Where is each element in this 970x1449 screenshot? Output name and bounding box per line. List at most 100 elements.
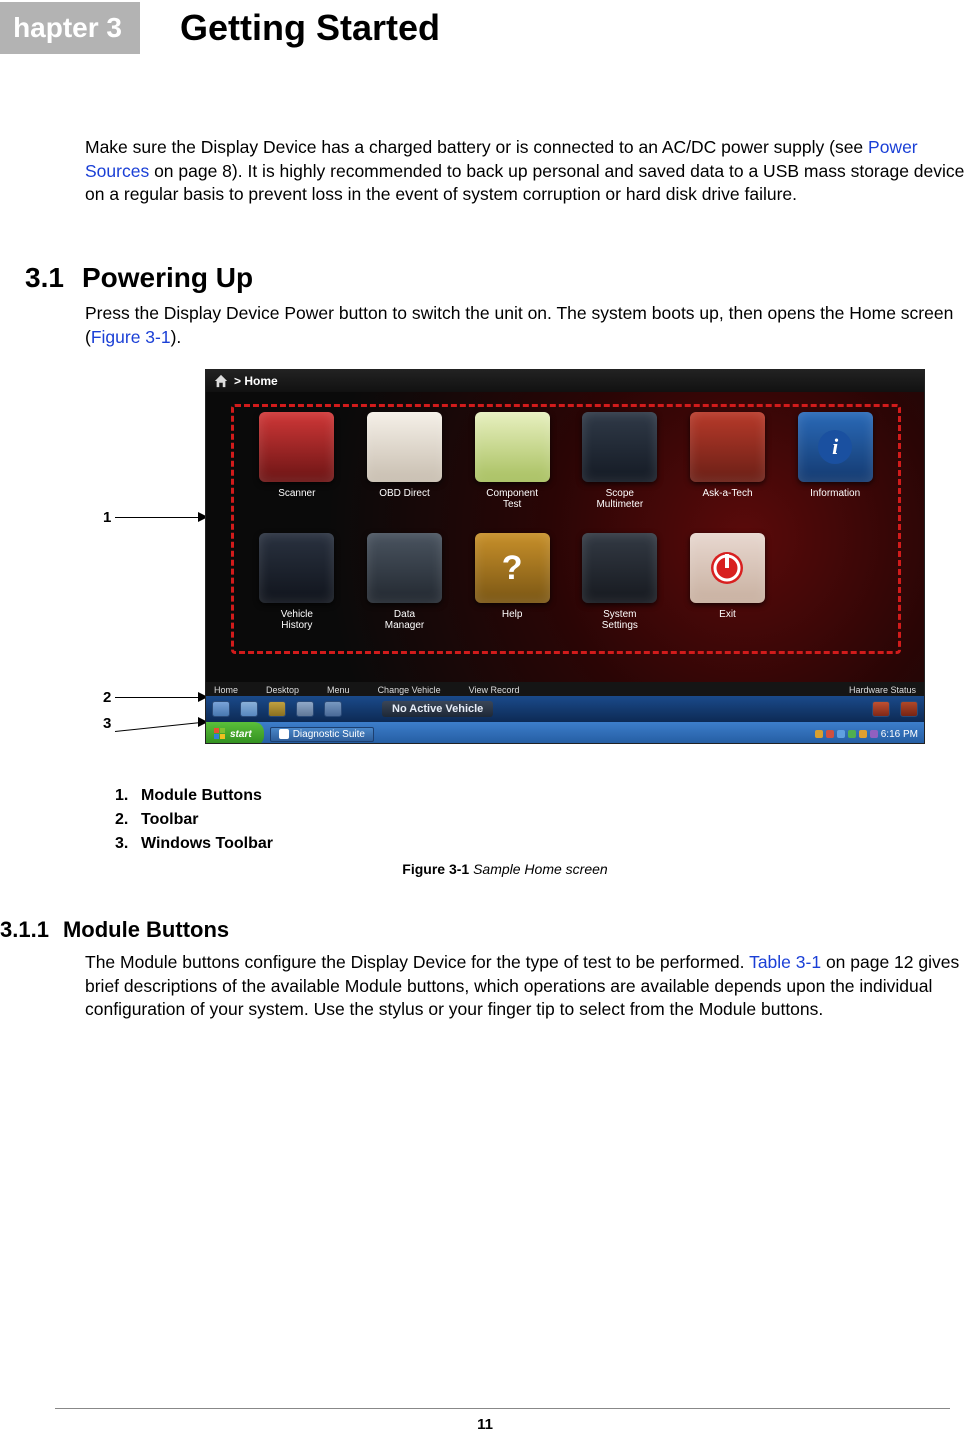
- toolbar-home[interactable]: Home: [214, 685, 238, 695]
- home-screen-screenshot: > Home Scanner OBD Direct Component Test Sc…: [205, 369, 925, 744]
- tray-icon[interactable]: [870, 730, 878, 738]
- module-vehicle-history[interactable]: Vehicle History: [246, 533, 348, 648]
- module-ask-a-tech-icon: [690, 412, 765, 482]
- figure-caption-bold: Figure 3-1: [402, 861, 469, 877]
- figure-caption: Figure 3-1 Sample Home screen: [85, 861, 925, 877]
- module-scope-multimeter-label: Scope Multimeter: [596, 488, 643, 510]
- link-table-3-1[interactable]: Table 3-1: [749, 952, 821, 972]
- intro-before: Make sure the Display Device has a charg…: [85, 137, 868, 157]
- tray-icon[interactable]: [815, 730, 823, 738]
- legend-num-2: 2.: [115, 811, 141, 829]
- module-help-label: Help: [502, 609, 523, 620]
- module-vehicle-history-icon: [259, 533, 334, 603]
- status-home-icon[interactable]: [212, 701, 230, 717]
- module-obd-direct-icon: [367, 412, 442, 482]
- hardware-status-icon-2: [900, 701, 918, 717]
- status-desktop-icon[interactable]: [240, 701, 258, 717]
- module-system-settings-label: System Settings: [602, 609, 638, 631]
- module-ask-a-tech-label: Ask-a-Tech: [702, 488, 752, 499]
- taskbar-item-diagnostic-suite[interactable]: Diagnostic Suite: [270, 727, 374, 742]
- start-button[interactable]: start: [206, 722, 264, 744]
- legend-label-3: Windows Toolbar: [141, 835, 273, 852]
- toolbar-menu[interactable]: Menu: [327, 685, 350, 695]
- module-ask-a-tech[interactable]: Ask-a-Tech: [677, 412, 779, 527]
- module-obd-direct-label: OBD Direct: [379, 488, 430, 499]
- module-system-settings-icon: [582, 533, 657, 603]
- legend-num-3: 3.: [115, 835, 141, 853]
- figure-caption-italic: Sample Home screen: [469, 861, 608, 877]
- legend-label-2: Toolbar: [141, 811, 198, 828]
- module-information[interactable]: i Information: [784, 412, 886, 527]
- heading-3-1-title: Powering Up: [82, 262, 253, 294]
- module-scope-multimeter-icon: [582, 412, 657, 482]
- breadcrumb: > Home: [234, 374, 278, 388]
- module-data-manager-icon: [367, 533, 442, 603]
- module-information-label: Information: [810, 488, 860, 499]
- figure-3-1: 1 2 3 > Home Scanner OBD Direct Component …: [85, 369, 965, 769]
- module-obd-direct[interactable]: OBD Direct: [354, 412, 456, 527]
- module-scanner-icon: [259, 412, 334, 482]
- status-vehicle-icon[interactable]: [296, 701, 314, 717]
- tray-icon[interactable]: [826, 730, 834, 738]
- chapter-title: Getting Started: [180, 7, 440, 49]
- taskbar-clock: 6:16 PM: [881, 729, 924, 740]
- heading-3-1-1: 3.1.1 Module Buttons: [0, 917, 965, 943]
- module-help[interactable]: ? Help: [461, 533, 563, 648]
- module-exit-icon: [690, 533, 765, 603]
- module-component-test-label: Component Test: [486, 488, 538, 510]
- intro-after: on page 8). It is highly recommended to …: [85, 161, 964, 205]
- tray-icon[interactable]: [848, 730, 856, 738]
- start-label: start: [230, 729, 252, 740]
- toolbar-change-vehicle[interactable]: Change Vehicle: [378, 685, 441, 695]
- callout-2: 2: [103, 689, 111, 706]
- legend-num-1: 1.: [115, 787, 141, 805]
- s311-before: The Module buttons configure the Display…: [85, 952, 749, 972]
- s31-after: ).: [171, 327, 182, 347]
- page-number: 11: [0, 1416, 970, 1433]
- tray-icon[interactable]: [859, 730, 867, 738]
- callout-2-line: [115, 697, 199, 698]
- chapter-tab: hapter 3: [0, 2, 140, 54]
- heading-3-1-1-num: 3.1.1: [0, 917, 49, 943]
- module-component-test-icon: [475, 412, 550, 482]
- hardware-status-icon-1: [872, 701, 890, 717]
- figure-legend: 1.Module Buttons 2.Toolbar 3.Windows Too…: [115, 787, 965, 853]
- taskbar-item-label: Diagnostic Suite: [293, 729, 365, 740]
- module-component-test[interactable]: Component Test: [461, 412, 563, 527]
- module-information-icon: i: [798, 412, 873, 482]
- app-toolbar: Home Desktop Menu Change Vehicle View Re…: [206, 682, 924, 696]
- status-menu-icon[interactable]: [268, 701, 286, 717]
- heading-3-1-num: 3.1: [25, 262, 64, 294]
- callout-3-line: [115, 722, 199, 732]
- windows-logo-icon: [214, 728, 226, 740]
- tray-icon[interactable]: [837, 730, 845, 738]
- module-exit-label: Exit: [719, 609, 736, 620]
- module-help-icon: ?: [475, 533, 550, 603]
- toolbar-hardware-status: Hardware Status: [849, 685, 916, 695]
- heading-3-1: 3.1 Powering Up: [25, 262, 965, 294]
- module-scope-multimeter[interactable]: Scope Multimeter: [569, 412, 671, 527]
- home-icon: [214, 374, 228, 388]
- callout-1-line: [115, 517, 199, 518]
- callout-1: 1: [103, 509, 111, 526]
- callout-3: 3: [103, 715, 111, 732]
- intro-paragraph: Make sure the Display Device has a charg…: [85, 136, 965, 207]
- s31-before: Press the Display Device Power button to…: [85, 303, 953, 347]
- app-statusbar: No Active Vehicle: [206, 696, 924, 722]
- module-exit[interactable]: Exit: [677, 533, 779, 648]
- module-scanner[interactable]: Scanner: [246, 412, 348, 527]
- footer-divider: [55, 1408, 950, 1409]
- toolbar-desktop[interactable]: Desktop: [266, 685, 299, 695]
- module-scanner-label: Scanner: [278, 488, 315, 499]
- module-vehicle-history-label: Vehicle History: [281, 609, 313, 631]
- legend-label-1: Module Buttons: [141, 787, 262, 804]
- heading-3-1-1-title: Module Buttons: [63, 917, 229, 943]
- module-system-settings[interactable]: System Settings: [569, 533, 671, 648]
- module-data-manager-label: Data Manager: [385, 609, 424, 631]
- module-data-manager[interactable]: Data Manager: [354, 533, 456, 648]
- app-icon: [279, 729, 289, 739]
- toolbar-view-record[interactable]: View Record: [469, 685, 520, 695]
- link-figure-3-1[interactable]: Figure 3-1: [91, 327, 171, 347]
- section-3-1-body: Press the Display Device Power button to…: [85, 302, 965, 349]
- status-record-icon[interactable]: [324, 701, 342, 717]
